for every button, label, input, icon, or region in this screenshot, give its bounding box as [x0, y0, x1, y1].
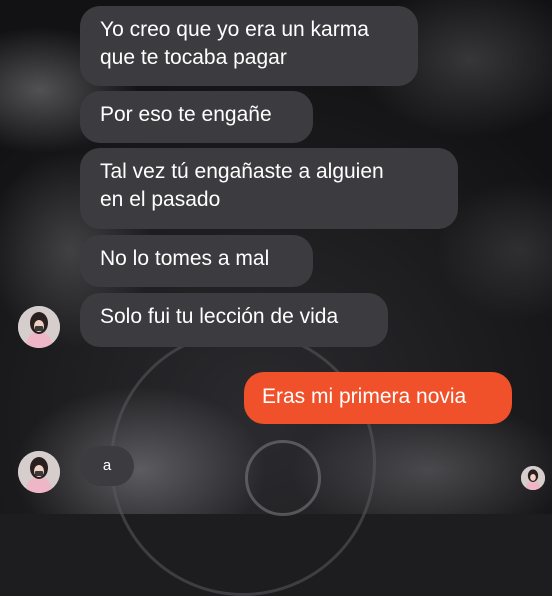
message-bubble-4[interactable]: No lo tomes a mal: [80, 235, 313, 287]
sent-message-bubble[interactable]: Eras mi primera novia: [244, 372, 512, 424]
background-ring-inner: [245, 440, 321, 516]
message-line: a: [102, 457, 112, 474]
message-bubble-6[interactable]: a: [80, 446, 134, 486]
message-line: Eras mi primera novia: [262, 385, 467, 408]
message-bubble-1[interactable]: Yo creo que yo era un karma que te tocab…: [80, 6, 418, 86]
message-line: Tal vez tú engañaste a alguien: [100, 160, 384, 183]
message-line: Por eso te engañe: [100, 103, 272, 126]
message-line: en el pasado: [100, 188, 221, 211]
message-line: No lo tomes a mal: [100, 247, 270, 270]
message-line: que te tocaba pagar: [100, 46, 287, 69]
seen-avatar-icon: [521, 466, 545, 490]
message-bubble-2[interactable]: Por eso te engañe: [80, 91, 313, 143]
message-bubble-5[interactable]: Solo fui tu lección de vida: [80, 293, 388, 347]
message-line: Yo creo que yo era un karma: [100, 18, 369, 41]
background-ring: [110, 330, 376, 596]
message-line: Solo fui tu lección de vida: [100, 305, 339, 328]
contact-avatar-icon[interactable]: [18, 306, 60, 348]
contact-avatar-icon[interactable]: [18, 451, 60, 493]
message-bubble-3[interactable]: Tal vez tú engañaste a alguien en el pas…: [80, 148, 458, 229]
